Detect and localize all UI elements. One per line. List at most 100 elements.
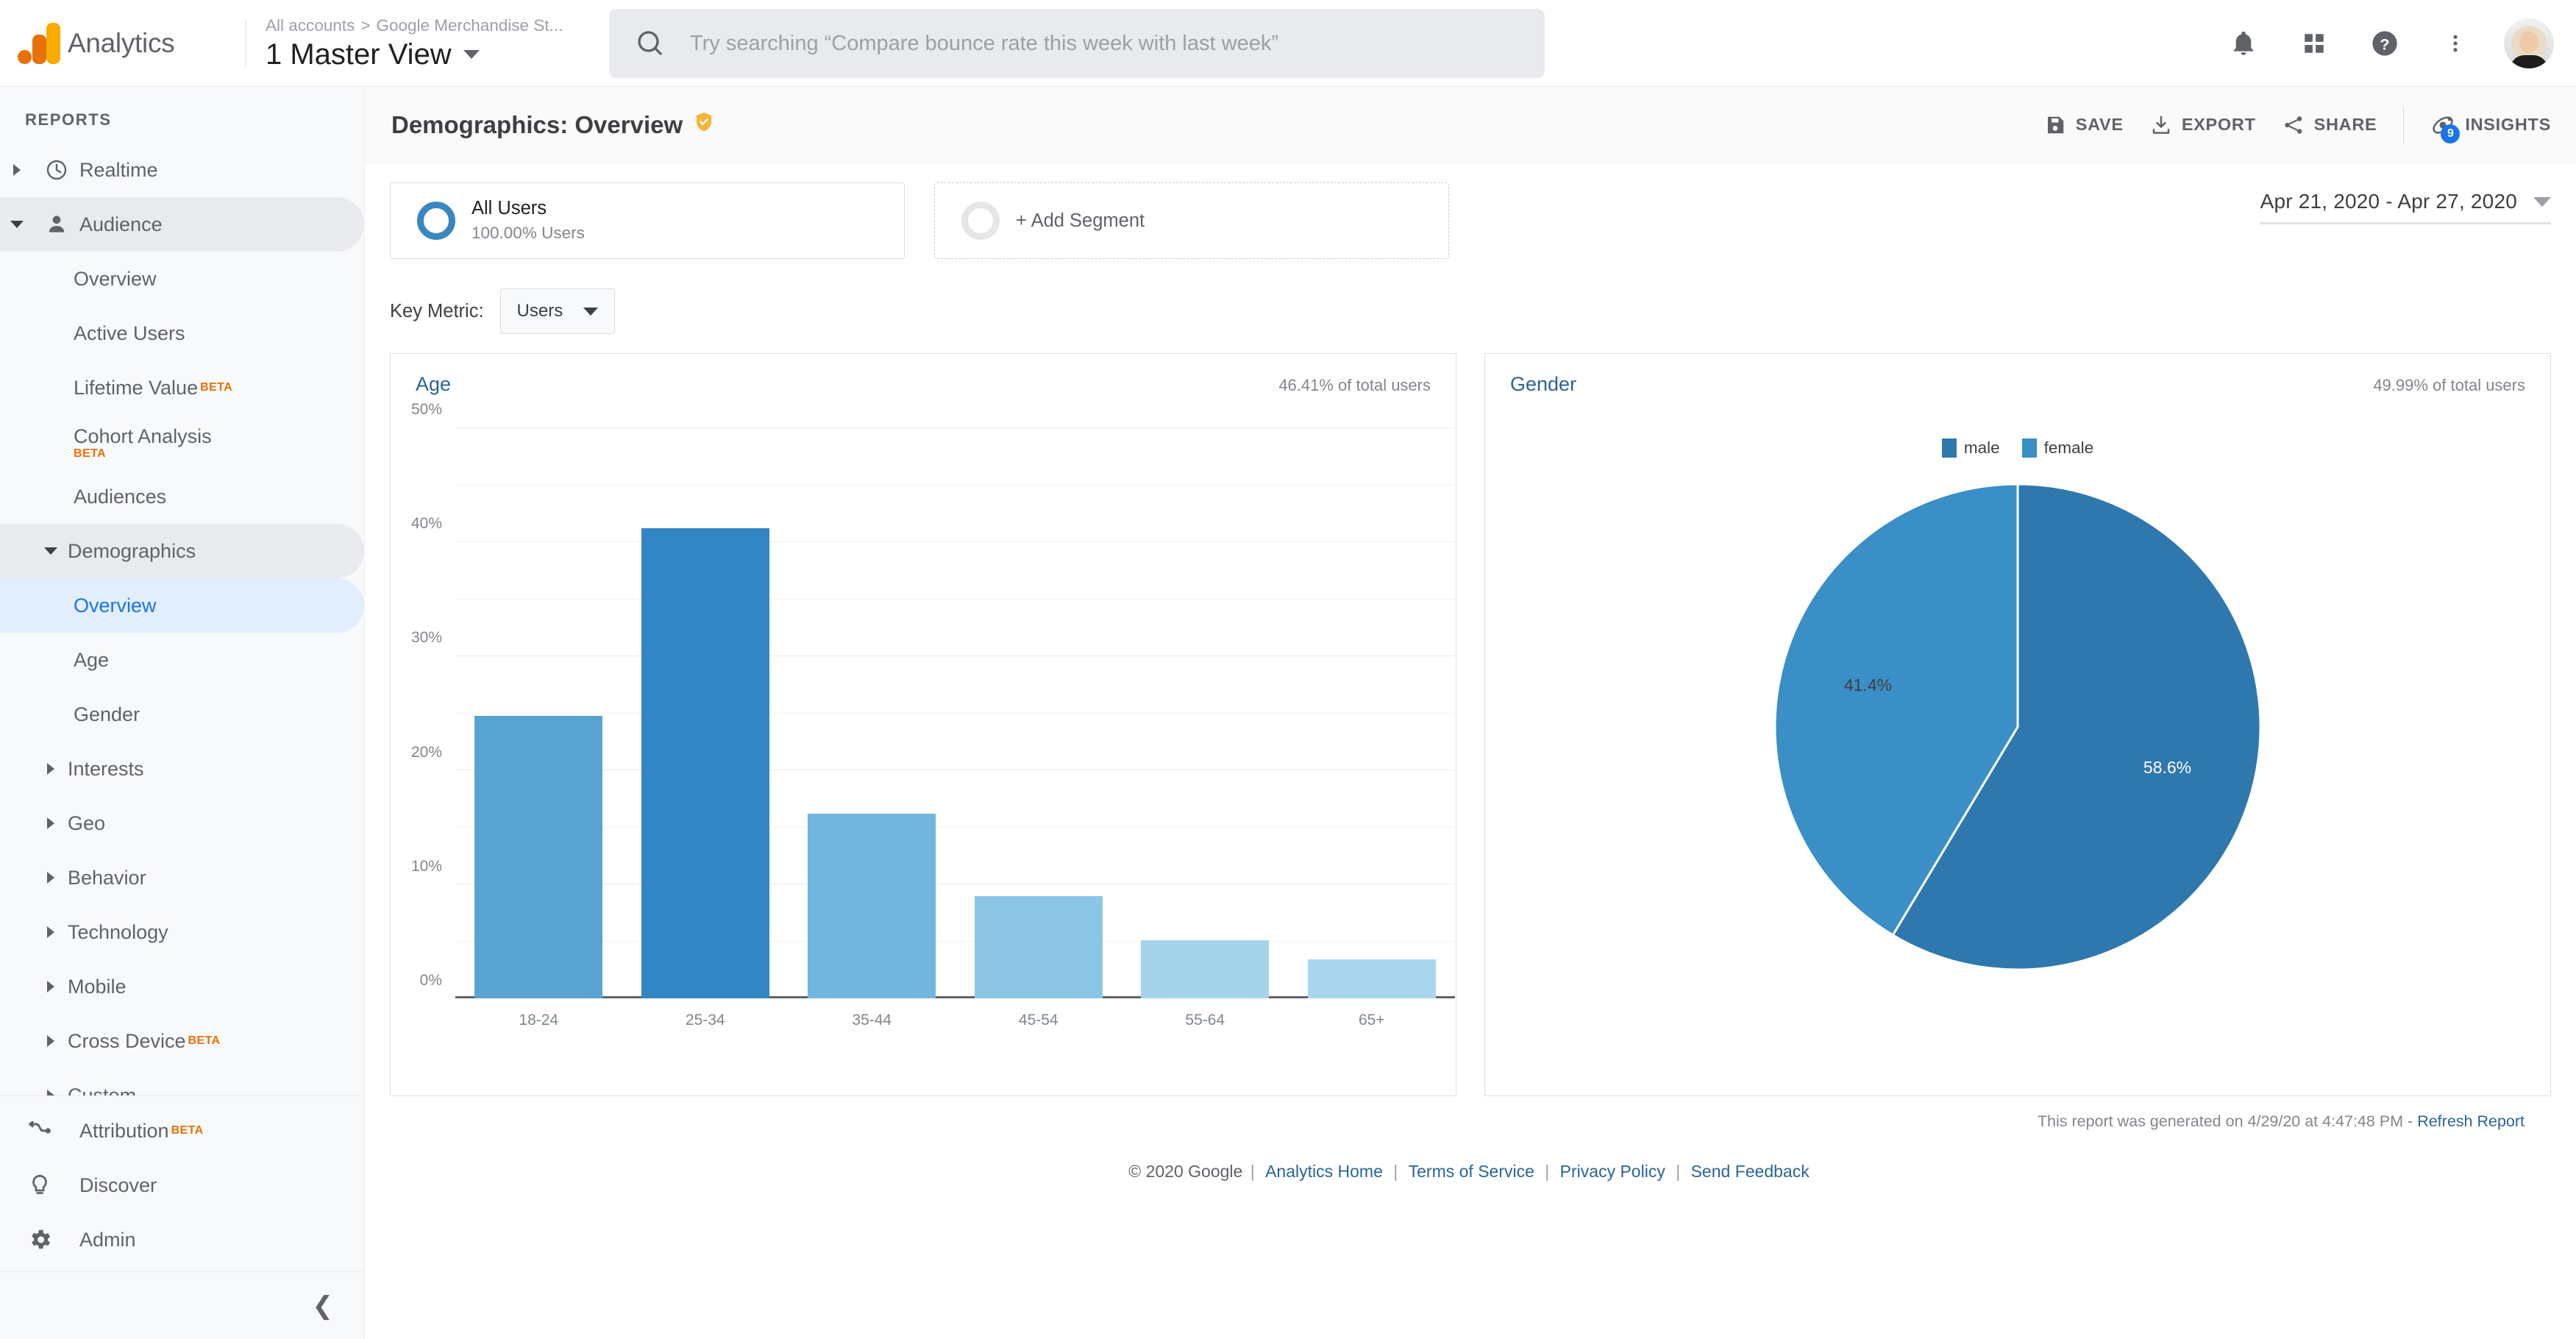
sidebar-item-age[interactable]: Age: [0, 633, 364, 687]
bar-column[interactable]: 65+: [1289, 428, 1456, 1029]
sidebar-item-gender[interactable]: Gender: [0, 687, 364, 742]
add-segment-button[interactable]: + Add Segment: [934, 182, 1449, 259]
date-range-picker[interactable]: Apr 21, 2020 - Apr 27, 2020: [2260, 190, 2551, 224]
bar[interactable]: [808, 813, 936, 998]
sidebar-item-mobile[interactable]: Mobile: [0, 959, 364, 1014]
page-footer: © 2020 Google | Analytics Home | Terms o…: [390, 1131, 2551, 1182]
y-axis-tick: 20%: [410, 743, 442, 761]
gender-legend: male female: [1485, 438, 2550, 458]
share-label: SHARE: [2313, 115, 2377, 134]
insights-button[interactable]: 9 INSIGHTS: [2430, 113, 2551, 143]
chevron-right-icon: [34, 1035, 68, 1047]
gender-card-note: 49.99% of total users: [2373, 376, 2525, 394]
footer-pipe: |: [1393, 1162, 1398, 1181]
sidebar-item-label: Overview: [74, 267, 157, 290]
view-name[interactable]: 1 Master View: [266, 37, 563, 72]
bar[interactable]: [1307, 959, 1436, 998]
search-bar[interactable]: [609, 9, 1545, 78]
sidebar-item-audience-overview[interactable]: Overview: [0, 252, 364, 306]
legend-item[interactable]: female: [2021, 438, 2093, 458]
bar-column[interactable]: 18-24: [455, 428, 622, 1029]
sidebar-item-label: Attribution: [79, 1119, 169, 1142]
bar[interactable]: [1141, 940, 1270, 998]
gender-card-title[interactable]: Gender: [1510, 373, 1576, 396]
share-button[interactable]: SHARE: [2283, 114, 2377, 136]
search-input[interactable]: [689, 30, 1518, 57]
x-axis-tick: 65+: [1358, 1012, 1385, 1029]
key-metric-value: Users: [516, 301, 563, 321]
bar-column[interactable]: 45-54: [956, 428, 1122, 1029]
bar[interactable]: [641, 528, 769, 998]
sidebar-item-technology[interactable]: Technology: [0, 905, 364, 959]
bar-column[interactable]: 55-64: [1122, 428, 1289, 1029]
sidebar-collapse-bar: ❮: [0, 1271, 364, 1339]
sidebar-item-geo[interactable]: Geo: [0, 796, 364, 850]
brand-area[interactable]: Analytics: [0, 22, 243, 64]
sidebar-item-active-users[interactable]: Active Users: [0, 306, 364, 360]
footer-link-terms[interactable]: Terms of Service: [1409, 1162, 1534, 1181]
footer-link-feedback[interactable]: Send Feedback: [1691, 1162, 1810, 1181]
gender-card: Gender 49.99% of total users male female …: [1484, 353, 2551, 1096]
sidebar-item-custom[interactable]: Custom: [0, 1068, 364, 1095]
share-nodes-icon: [2285, 116, 2302, 134]
chevron-right-icon: [34, 763, 68, 775]
date-range-value: Apr 21, 2020 - Apr 27, 2020: [2260, 190, 2517, 213]
export-label: EXPORT: [2181, 115, 2256, 134]
sidebar-item-label: Discover: [79, 1173, 157, 1196]
help-circle-icon[interactable]: ?: [2349, 8, 2420, 79]
export-button[interactable]: EXPORT: [2150, 114, 2256, 136]
sidebar-item-audience[interactable]: Audience: [0, 197, 364, 252]
bar[interactable]: [974, 895, 1103, 998]
sidebar-item-label: Admin: [79, 1228, 136, 1251]
more-vert-icon[interactable]: [2420, 8, 2491, 79]
refresh-report-link[interactable]: Refresh Report: [2417, 1112, 2525, 1130]
page-header: Demographics: Overview SAVE EXPORT SHARE…: [365, 87, 2576, 163]
notifications-bell-icon[interactable]: [2208, 8, 2279, 79]
sidebar-item-label: Behavior: [68, 866, 146, 889]
age-card-header: Age 46.41% of total users: [391, 354, 1456, 396]
segment-all-users[interactable]: All Users 100.00% Users: [390, 182, 905, 259]
y-axis-tick: 0%: [419, 972, 442, 989]
breadcrumb-all-accounts[interactable]: All accounts: [266, 16, 355, 35]
sidebar-item-demographics[interactable]: Demographics: [0, 524, 364, 578]
add-segment-label: + Add Segment: [1016, 210, 1145, 231]
chevron-left-icon[interactable]: ❮: [313, 1293, 334, 1318]
bar-column[interactable]: 25-34: [622, 428, 789, 1029]
body: REPORTS Realtime Audience Overview Activ…: [0, 87, 2576, 1339]
shield-check-icon: [694, 111, 714, 139]
gender-card-header: Gender 49.99% of total users: [1485, 354, 2550, 396]
sidebar-item-audiences[interactable]: Audiences: [0, 469, 364, 524]
age-card-title[interactable]: Age: [416, 373, 451, 396]
sidebar-item-label: Geo: [68, 811, 106, 834]
footer-link-privacy[interactable]: Privacy Policy: [1560, 1162, 1665, 1181]
sidebar-item-cross-device[interactable]: Cross Device BETA: [0, 1014, 364, 1068]
page-title: Demographics: Overview: [391, 111, 714, 139]
sidebar-item-interests[interactable]: Interests: [0, 742, 364, 796]
report-generated-text: This report was generated on 4/29/20 at …: [2037, 1112, 2413, 1130]
sidebar-item-cohort-analysis[interactable]: Cohort Analysis BETA: [0, 415, 364, 469]
sidebar-item-admin[interactable]: Admin: [0, 1212, 364, 1267]
bar[interactable]: [474, 715, 603, 998]
save-button[interactable]: SAVE: [2044, 114, 2124, 136]
sidebar-item-behavior[interactable]: Behavior: [0, 850, 364, 905]
x-axis-tick: 45-54: [1018, 1012, 1058, 1029]
page-title-text: Demographics: Overview: [391, 110, 683, 138]
avatar[interactable]: [2504, 18, 2554, 68]
report-generated-footer: This report was generated on 4/29/20 at …: [390, 1096, 2551, 1131]
account-selector[interactable]: All accounts > Google Merchandise St... 1 …: [266, 15, 563, 72]
key-metric-select[interactable]: Users: [499, 288, 616, 334]
key-metric-label: Key Metric:: [390, 300, 484, 322]
sidebar-item-discover[interactable]: Discover: [0, 1158, 364, 1212]
gender-pie-chart: 58.6% 41.4%: [1773, 483, 2262, 971]
apps-grid-icon[interactable]: [2279, 8, 2349, 79]
bar-column[interactable]: 35-44: [789, 428, 956, 1029]
breadcrumb-property[interactable]: Google Merchandise St...: [376, 16, 563, 35]
sidebar-item-lifetime-value[interactable]: Lifetime Value BETA: [0, 360, 364, 415]
sidebar-item-attribution[interactable]: Attribution BETA: [0, 1104, 364, 1158]
chevron-down-icon: [583, 307, 599, 316]
legend-item[interactable]: male: [1941, 438, 2000, 458]
sidebar-item-demographics-overview[interactable]: Overview: [0, 578, 364, 633]
sidebar-item-realtime[interactable]: Realtime: [0, 143, 364, 197]
footer-link-analytics-home[interactable]: Analytics Home: [1265, 1162, 1383, 1181]
sidebar-item-label: Cohort Analysis: [74, 425, 212, 447]
